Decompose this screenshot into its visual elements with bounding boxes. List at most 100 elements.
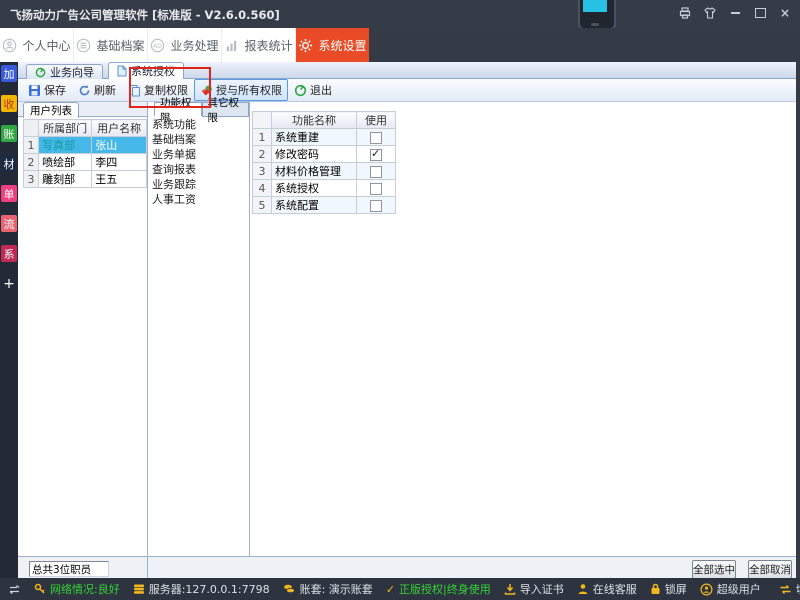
rail-badge-flow[interactable]: 流 [1,215,17,232]
phone-icon[interactable] [578,0,616,28]
use-checkbox[interactable] [370,132,382,144]
rail-badge-account[interactable]: 账 [1,125,17,142]
chart-icon [224,38,239,53]
main-nav: 个人中心 基础档案 AD 业务处理 报表统计 系统设置 [0,28,800,62]
nav-label: 业务处理 [170,37,218,54]
refresh-button[interactable]: 刷新 [72,79,122,101]
maximize-icon[interactable] [753,6,767,20]
tab-system-authorize[interactable]: 系统授权 [108,62,184,79]
phone-screen [583,0,607,12]
server-status: 服务器:127.0.0.1:7798 [133,581,270,597]
import-icon [504,583,516,595]
rail-badge-receive[interactable]: 收 [1,95,17,112]
table-row[interactable]: 1 写真部 张山 [24,137,147,154]
tab-user-list[interactable]: 用户列表 [23,102,79,118]
nav-item-settings[interactable]: 系统设置 [296,28,369,62]
use-checkbox[interactable] [370,166,382,178]
tab-business-wizard[interactable]: 业务向导 [26,64,103,79]
tree-item[interactable]: 业务单据 [152,147,196,162]
window-controls: × [678,6,792,20]
rail-badge-system[interactable]: 系 [1,245,17,262]
table-row[interactable]: 2 喷绘部 李四 [24,154,147,171]
select-all-button[interactable]: 全部选中 [692,560,736,579]
use-checkbox[interactable] [370,183,382,195]
license-status: ✓ 正版授权|终身使用 [386,581,491,597]
window-frame-right [796,62,800,578]
switch-user[interactable]: 切换用户 [779,581,800,597]
refresh-label: 刷新 [94,82,116,98]
account-status: 账套: 演示账套 [283,581,373,597]
rail-badge-order[interactable]: 单 [1,185,17,202]
network-label: 网络情况:良好 [50,581,120,597]
lock-screen-label: 锁屏 [665,581,687,597]
svg-text:AD: AD [154,42,163,49]
import-certificate[interactable]: 导入证书 [504,581,564,597]
tab-label: 系统授权 [131,63,175,79]
col-function-name[interactable]: 功能名称 [272,112,357,129]
toolbar: 保存 刷新 复制权限 授与所有权限 退出 [18,79,796,102]
window-title: 飞扬动力广告公司管理软件 [标准版 - V2.6.0.560] [10,7,280,23]
function-grid-panel: 功能名称 使用 1 系统重建 2 修改密码 3 材料价格管理 4 系统授权 5 … [250,102,796,556]
tree-item[interactable]: 业务跟踪 [152,177,196,192]
title-bar: 飞扬动力广告公司管理软件 [标准版 - V2.6.0.560] × [0,0,800,28]
exit-button[interactable]: 退出 [288,79,338,101]
exit-label: 退出 [310,82,332,98]
sync-icon [8,584,21,595]
use-checkbox[interactable] [370,149,382,161]
network-status: 网络情况:良好 [34,581,120,597]
switch-user-label: 切换用户 [796,581,800,597]
table-row[interactable]: 3 材料价格管理 [253,163,396,180]
permission-panel: 功能权限 其它权限 系统功能 基础档案 业务单据 查询报表 业务跟踪 人事工资 [148,102,250,556]
nav-item-reports[interactable]: 报表统计 [222,28,296,62]
copy-icon [128,84,141,97]
minimize-icon[interactable] [728,6,742,20]
skin-icon[interactable] [703,6,717,20]
use-checkbox[interactable] [370,200,382,212]
col-use[interactable]: 使用 [357,112,396,129]
tab-label: 业务向导 [50,64,94,80]
tab-other-permissions[interactable]: 其它权限 [202,102,250,117]
account-label: 账套: 演示账套 [300,581,373,597]
cancel-all-button[interactable]: 全部取消 [748,560,792,579]
nav-label: 系统设置 [318,37,366,54]
save-button[interactable]: 保存 [22,79,72,101]
nav-item-archives[interactable]: 基础档案 [74,28,148,62]
rail-badge-material[interactable]: 材 [1,155,17,172]
table-row[interactable]: 5 系统配置 [253,197,396,214]
tab-function-permissions[interactable]: 功能权限 [154,102,202,116]
nav-label: 报表统计 [244,37,292,54]
online-service-label: 在线客服 [593,581,637,597]
nav-item-business[interactable]: AD 业务处理 [148,28,222,62]
save-icon [28,84,41,97]
print-icon[interactable] [678,6,692,20]
document-tabstrip: 业务向导 系统授权 [18,62,796,79]
network-icon [34,583,46,595]
nav-item-personal[interactable]: 个人中心 [0,28,74,62]
table-row[interactable]: 3 雕刻部 王五 [24,171,147,188]
close-icon[interactable]: × [778,6,792,20]
table-row[interactable]: 1 系统重建 [253,129,396,146]
function-table-header: 功能名称 使用 [253,112,396,129]
lock-screen[interactable]: 锁屏 [650,581,687,597]
check-icon: ✓ [386,583,395,596]
table-row[interactable]: 4 系统授权 [253,180,396,197]
nav-label: 个人中心 [22,37,70,54]
switch-icon [779,584,792,595]
status-bar: 网络情况:良好 服务器:127.0.0.1:7798 账套: 演示账套 ✓ 正版… [0,578,800,600]
online-service[interactable]: 在线客服 [577,581,637,597]
rail-badge-add[interactable]: 加 [1,65,17,82]
tree-item-root[interactable]: 系统功能 [152,117,196,132]
col-department[interactable]: 所属部门 [39,120,92,137]
tree-item[interactable]: 基础档案 [152,132,196,147]
tree-item[interactable]: 查询报表 [152,162,196,177]
col-username[interactable]: 用户名称 [92,120,147,137]
tree-item[interactable]: 人事工资 [152,192,196,207]
user-circle-icon [700,583,713,596]
table-row[interactable]: 2 修改密码 [253,146,396,163]
quick-rail: 加 收 账 材 单 流 系 + [0,62,18,578]
phone-button [591,23,599,26]
rail-add-button[interactable]: + [1,275,17,292]
service-person-icon [577,583,589,595]
employee-count-status: 总共3位职员 [29,561,109,577]
super-user[interactable]: 超级用户 [700,581,761,597]
